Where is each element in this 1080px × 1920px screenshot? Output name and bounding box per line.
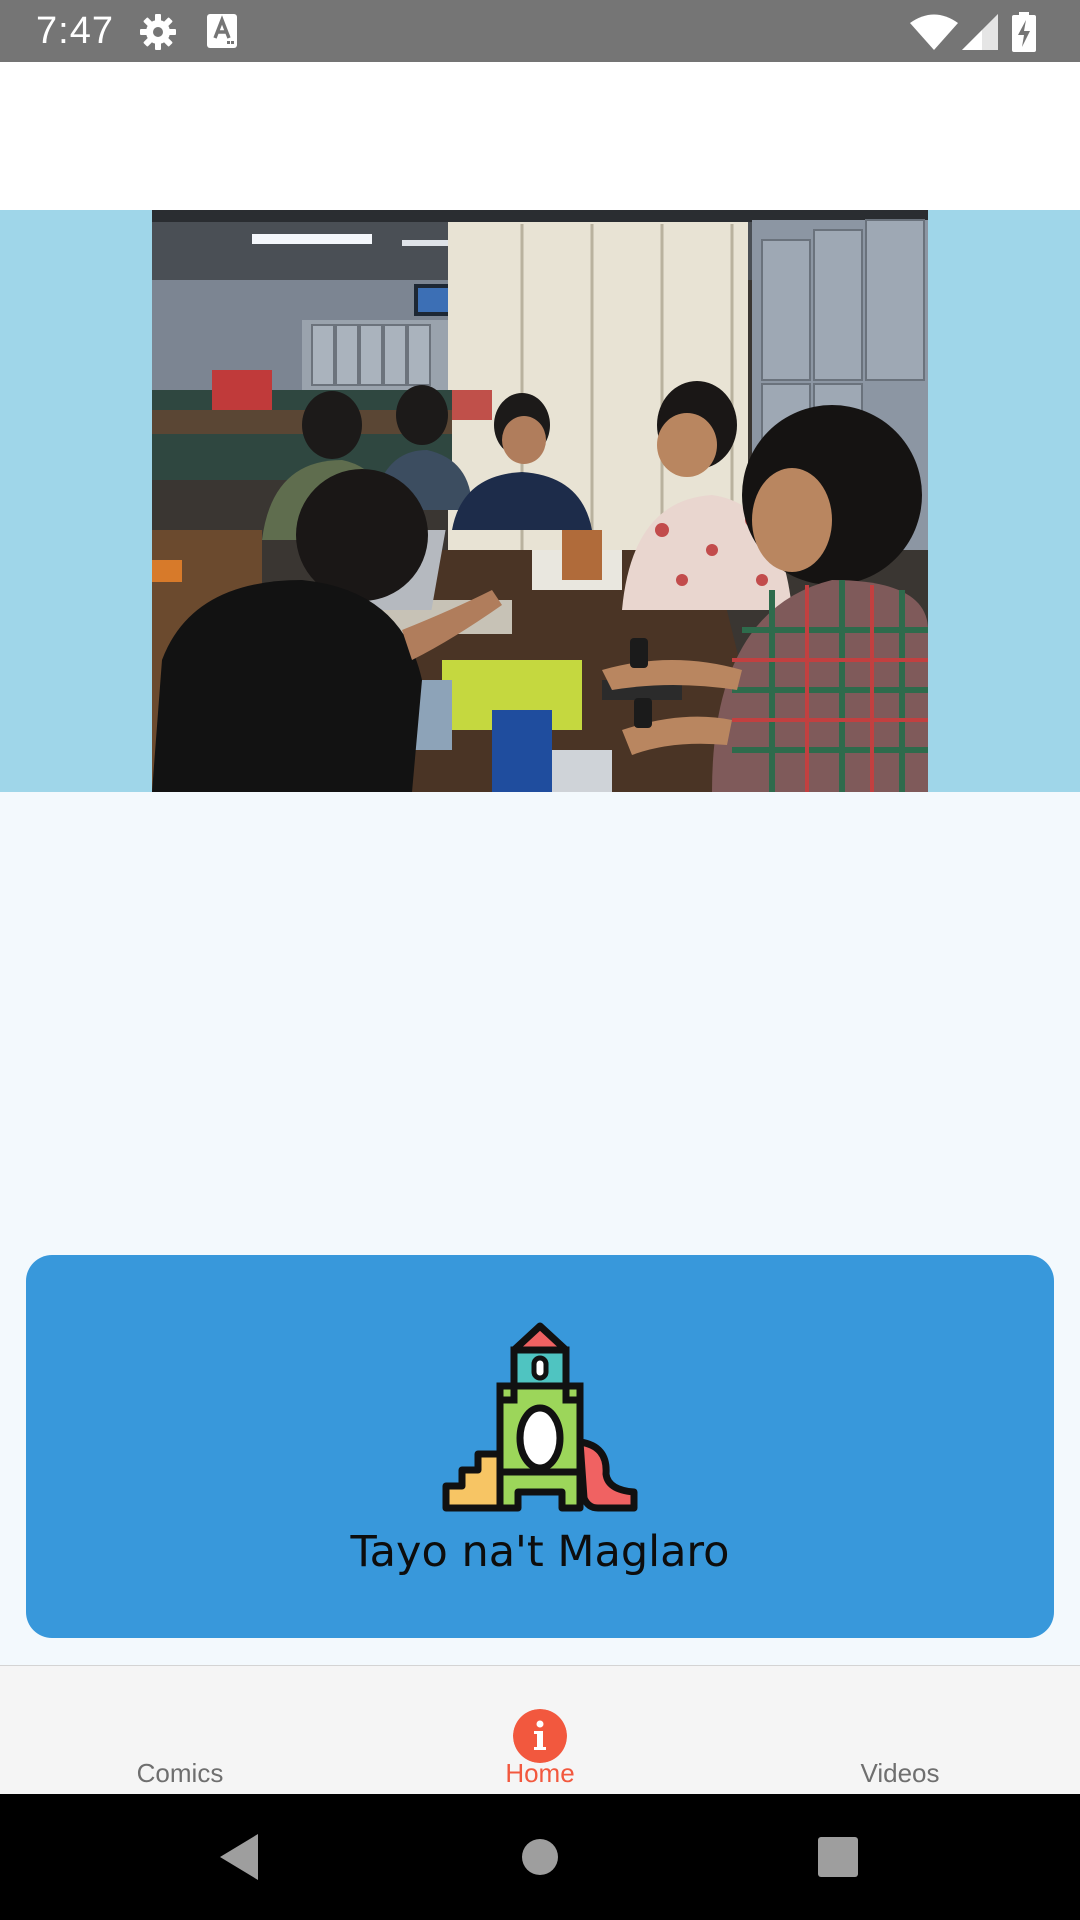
- photo-banner: [0, 210, 1080, 792]
- bottom-nav: Comics Home Videos: [0, 1665, 1080, 1795]
- recents-square-icon[interactable]: [778, 1794, 898, 1920]
- game-card[interactable]: Tayo na't Maglaro: [26, 1255, 1054, 1638]
- nav-home-label: Home: [505, 1758, 575, 1788]
- app-header: [0, 62, 1080, 210]
- battery-charging-icon: [1012, 12, 1036, 52]
- info-icon: [513, 1709, 567, 1763]
- wifi-icon: [910, 14, 958, 50]
- game-title: Tayo na't Maglaro: [350, 1527, 730, 1577]
- home-circle-icon[interactable]: [480, 1794, 600, 1920]
- playground-tower-icon: [442, 1322, 638, 1512]
- nav-videos[interactable]: Videos: [720, 1666, 1080, 1795]
- back-icon[interactable]: [180, 1794, 300, 1920]
- signal-icon: [962, 14, 998, 50]
- nav-home[interactable]: Home: [360, 1666, 720, 1795]
- nav-videos-label: Videos: [860, 1758, 940, 1788]
- nav-comics-label: Comics: [136, 1758, 224, 1788]
- system-nav-bar: [0, 1794, 1080, 1920]
- status-time: 7:47: [36, 10, 114, 52]
- nav-comics[interactable]: Comics: [0, 1666, 360, 1795]
- gear-icon: [140, 14, 176, 50]
- status-bar: 7:47: [0, 0, 1080, 62]
- keyboard-a-icon: [207, 14, 237, 48]
- banner-photo: [152, 210, 928, 792]
